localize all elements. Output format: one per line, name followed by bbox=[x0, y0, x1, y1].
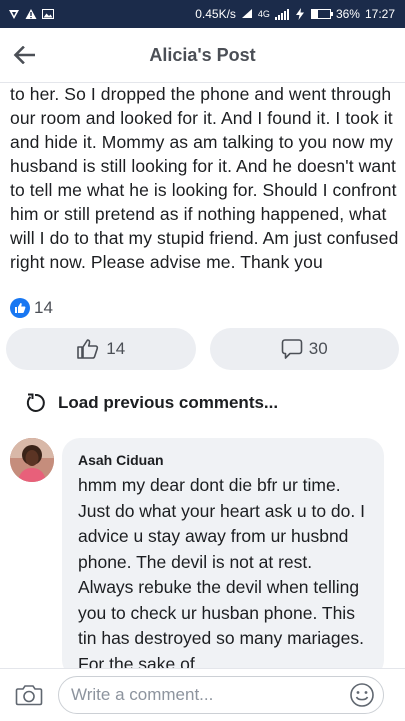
comment-composer bbox=[0, 668, 405, 721]
camera-button[interactable] bbox=[0, 669, 58, 721]
signal-icon bbox=[274, 8, 289, 20]
network-type: 4G bbox=[257, 9, 270, 19]
page-header: Alicia's Post bbox=[0, 28, 405, 83]
reactions-summary[interactable]: 14 bbox=[10, 298, 53, 318]
page-title: Alicia's Post bbox=[149, 44, 256, 65]
refresh-icon bbox=[26, 393, 45, 412]
status-bar: 0.45K/s 4G 36% 17:27 bbox=[0, 0, 405, 28]
comment-input[interactable] bbox=[69, 684, 349, 706]
post-body: to her. So I dropped the phone and went … bbox=[10, 84, 399, 272]
comment-author[interactable]: Asah Ciduan bbox=[78, 452, 370, 468]
wifi-icon bbox=[241, 9, 252, 18]
comment-icon bbox=[281, 339, 303, 359]
post-actions: 14 30 bbox=[6, 328, 399, 370]
warning-icon bbox=[25, 9, 37, 19]
like-button[interactable]: 14 bbox=[6, 328, 196, 370]
comment-button[interactable]: 30 bbox=[209, 328, 399, 370]
profile-photo bbox=[10, 438, 54, 482]
arrow-left-icon bbox=[13, 46, 35, 64]
comment-count: 30 bbox=[308, 339, 328, 358]
charging-icon bbox=[295, 8, 304, 20]
reaction-count: 14 bbox=[34, 298, 53, 317]
battery-icon bbox=[310, 9, 333, 19]
battery-percent: 36% bbox=[335, 7, 360, 21]
load-previous-comments-button[interactable]: Load previous comments... bbox=[24, 392, 278, 414]
comment-bubble[interactable]: Asah Ciduan hmm my dear dont die bfr ur … bbox=[62, 438, 384, 678]
comment-input-wrapper bbox=[58, 676, 384, 714]
avatar[interactable] bbox=[10, 438, 54, 482]
like-count: 14 bbox=[106, 339, 126, 358]
notification-icon bbox=[9, 10, 19, 19]
load-previous-label: Load previous comments... bbox=[58, 393, 279, 412]
back-button[interactable] bbox=[0, 28, 48, 82]
comment-text: hmm my dear dont die bfr ur time. Just d… bbox=[78, 475, 365, 674]
image-icon bbox=[42, 9, 54, 19]
clock: 17:27 bbox=[364, 7, 395, 21]
network-speed: 0.45K/s bbox=[195, 7, 236, 21]
like-reaction-icon bbox=[10, 298, 30, 318]
thumbs-up-icon bbox=[77, 339, 99, 359]
camera-icon bbox=[15, 685, 43, 706]
emoji-icon[interactable] bbox=[349, 682, 375, 708]
